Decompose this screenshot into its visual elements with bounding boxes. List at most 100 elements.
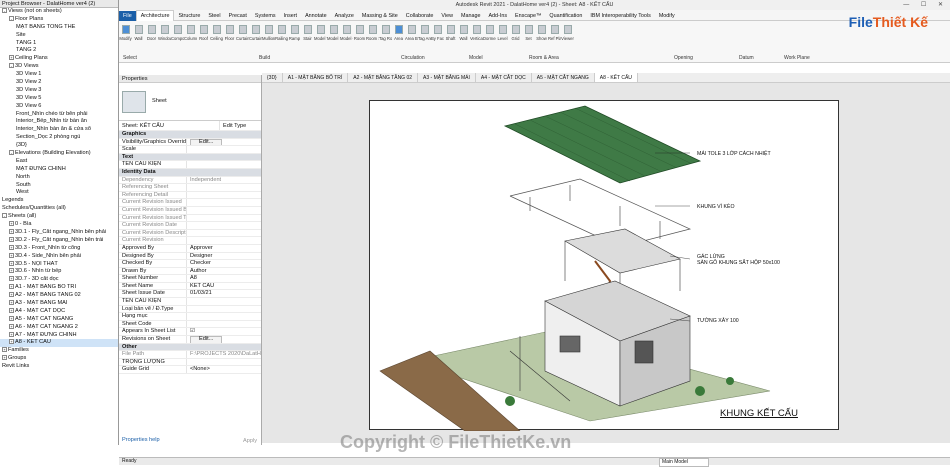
ribbon-tool-button[interactable]: Viewer [561,22,574,56]
property-row[interactable]: Checked By Checker [119,260,261,268]
browser-item[interactable]: +0 - Bìa [0,221,118,229]
browser-item[interactable]: + A1 - MẶT BẰNG BỐ TRÍ [0,284,118,292]
properties-help-link[interactable]: Properties help [122,437,160,443]
ribbon-tool-button[interactable]: Wall [132,22,145,56]
ribbon-tool-button[interactable]: Area [392,22,405,56]
browser-item[interactable]: {3D} [0,142,118,150]
property-value[interactable]: F:\PROJECTS 2020\DaLatHom... [186,351,261,358]
browser-item[interactable]: + A3 - MẶT BẰNG MÁI [0,300,118,308]
ribbon-tool-button[interactable]: Model Line [327,22,340,56]
property-value[interactable] [186,305,261,313]
browser-item[interactable]: North [0,174,118,182]
expand-toggle-icon[interactable]: + [9,268,14,274]
ribbon-tool-button[interactable]: Modify [119,22,132,56]
view-tab[interactable]: A2 - MẶT BẰNG TẦNG 02 [348,73,419,82]
property-row[interactable]: Current Revision Issued [119,199,261,207]
ribbon-tool-button[interactable]: Model Text [314,22,327,56]
property-value[interactable]: KẾT CẤU [186,282,261,290]
expand-toggle-icon[interactable]: + [9,221,14,227]
browser-item[interactable]: Interior_Nhìn bàn ăn & cửa sổ [0,126,118,134]
expand-toggle-icon[interactable]: + [2,347,7,353]
property-row[interactable]: Current Revision [119,237,261,245]
property-row[interactable]: Sheet Name KẾT CẤU [119,282,261,291]
ribbon-tool-button[interactable]: Stair [301,22,314,56]
browser-item[interactable]: +3D.4 - Side_Nhìn bên phải [0,253,118,261]
browser-item[interactable]: South [0,182,118,190]
property-value[interactable]: 01/03/21 [186,290,261,298]
ribbon-tool-button[interactable]: Level [496,22,509,56]
ribbon-tool-button[interactable]: Set [522,22,535,56]
browser-item[interactable]: 3D View 3 [0,87,118,95]
property-value[interactable]: Edit... [186,138,261,146]
property-value[interactable] [186,206,261,214]
expand-toggle-icon[interactable]: + [9,307,14,313]
ribbon-tool-button[interactable]: Grid [509,22,522,56]
property-group[interactable]: Graphics [119,131,261,139]
browser-item[interactable]: Front_Nhìn chéo từ bên phải [0,111,118,119]
expand-toggle-icon[interactable]: - [9,150,14,156]
expand-toggle-icon[interactable]: + [9,331,14,337]
ribbon-tool-button[interactable]: Shaft [444,22,457,56]
browser-item[interactable]: 3D View 5 [0,95,118,103]
browser-item[interactable]: Interior_Bếp_Nhìn từ bàn ăn [0,118,118,126]
instance-filter[interactable]: Sheet: KẾT CẤU [119,121,219,130]
sheet-view[interactable]: MÁI TOLE 3 LỚP CÁCH NHIỆT KHUNG VÌ KÈO G… [369,100,839,432]
view-tab[interactable]: A5 - MẶT CẮT NGANG [532,73,595,82]
expand-toggle-icon[interactable]: - [2,8,7,14]
expand-toggle-icon[interactable]: + [9,292,14,298]
expand-toggle-icon[interactable]: + [2,355,7,361]
browser-item[interactable]: +3D.3 - Front_Nhìn từ cổng [0,245,118,253]
property-value[interactable] [186,191,261,199]
property-value[interactable] [186,298,261,305]
property-value[interactable] [186,184,261,191]
browser-item[interactable]: East [0,158,118,166]
ribbon-tool-button[interactable]: Column [184,22,197,56]
ribbon-tool-button[interactable]: Show [535,22,548,56]
ribbon-tool-button[interactable]: Curtain System [236,22,249,56]
expand-toggle-icon[interactable]: + [9,315,14,321]
browser-item[interactable]: MẶT ĐỨNG CHÍNH [0,166,118,174]
browser-item[interactable]: + Ceiling Plans [0,55,118,63]
browser-item[interactable]: TẦNG 1 [0,40,118,48]
type-selector[interactable]: Sheet [119,83,261,121]
browser-item[interactable]: MẶT BẰNG TỔNG THỂ [0,24,118,32]
ribbon-tool-button[interactable]: Floor [223,22,236,56]
ribbon-tool-button[interactable]: Vertical [470,22,483,56]
property-value[interactable] [186,222,261,229]
ribbon-tool-button[interactable]: Component [171,22,184,56]
browser-item[interactable]: Site [0,32,118,40]
browser-item[interactable]: -3D Views [0,63,118,71]
property-value[interactable] [186,161,261,168]
property-row[interactable]: Dependency Independent [119,176,261,185]
ribbon-tool-button[interactable]: Curtain Grid [249,22,262,56]
property-row[interactable]: Visibility/Graphics Overrid... Edit... [119,138,261,147]
expand-toggle-icon[interactable]: - [9,15,14,21]
browser-item[interactable]: +3D.1 - Fly_Cắt ngang_Nhìn bên phải [0,229,118,237]
ribbon-tool-button[interactable]: Tag Area [418,22,431,56]
property-value[interactable]: Approver [186,244,261,252]
browser-item[interactable]: +3D.7 - 3D cắt dọc [0,276,118,284]
property-row[interactable]: Appears In Sheet List ☑ [119,328,261,337]
property-value[interactable] [186,320,261,328]
ribbon-tool-button[interactable]: By Face [431,22,444,56]
property-row[interactable]: Revisions on Sheet Edit... [119,336,261,344]
browser-item[interactable]: +3D.6 - Nhìn từ bếp [0,268,118,276]
view-tab[interactable]: A4 - MẶT CẮT DỌC [476,73,532,82]
property-value[interactable]: ☑ [186,328,261,336]
ribbon-tool-button[interactable]: Model Group [340,22,353,56]
expand-toggle-icon[interactable]: + [9,339,14,345]
expand-toggle-icon[interactable]: + [9,252,14,258]
browser-item[interactable]: - Elevations (Building Elevation) [0,150,118,158]
property-value[interactable]: <None> [186,366,261,373]
property-row[interactable]: Current Revision Issued By [119,206,261,215]
browser-item[interactable]: + Groups [0,355,118,363]
browser-item[interactable]: Revit Links [0,363,118,371]
ribbon-tool-button[interactable]: Area Boundary [405,22,418,56]
ribbon-tool-button[interactable]: Ramp [288,22,301,56]
property-row[interactable]: Sheet Issue Date 01/03/21 [119,290,261,299]
browser-item[interactable]: + A8 - KẾT CẤU [0,339,118,348]
browser-item[interactable]: + A6 - MẶT CẮT NGANG 2 [0,324,118,332]
expand-toggle-icon[interactable]: - [2,213,7,219]
ribbon-tab[interactable]: Architecture [135,10,175,21]
expand-toggle-icon[interactable]: + [9,323,14,329]
